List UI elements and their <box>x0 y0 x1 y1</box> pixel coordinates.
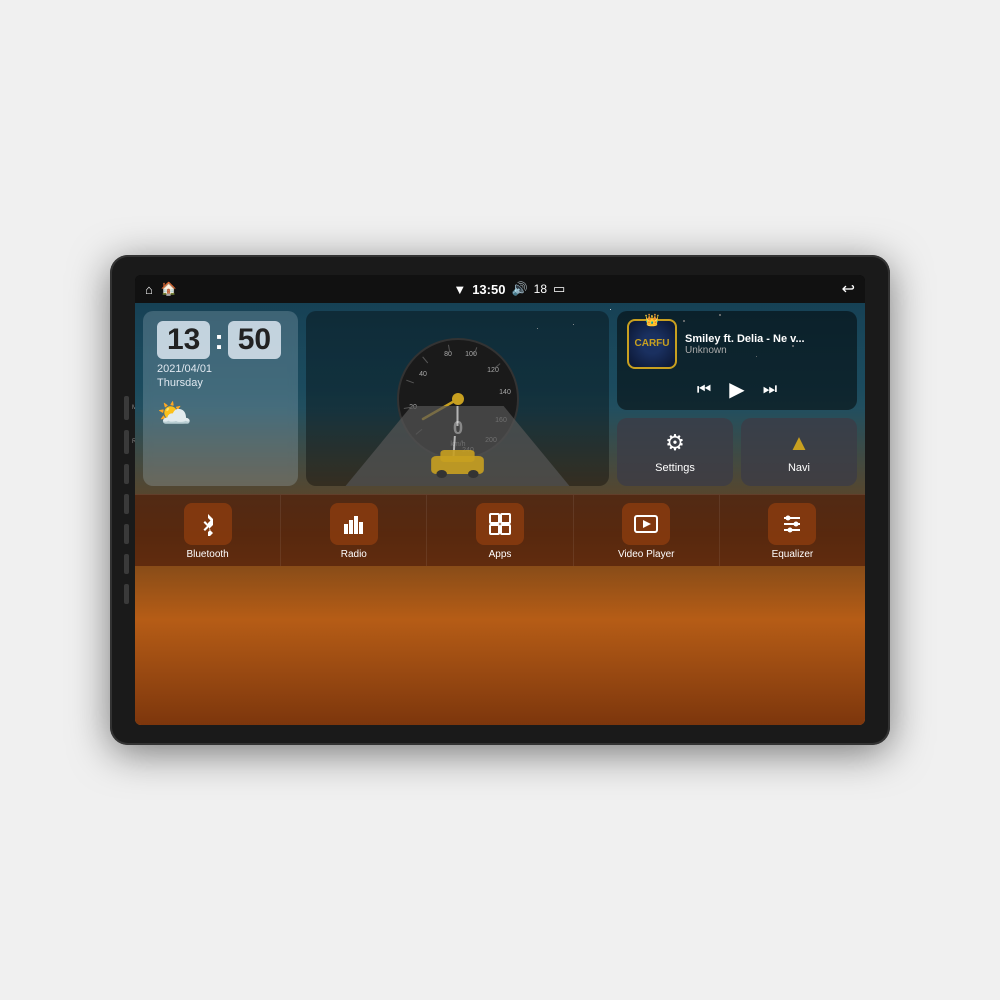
volume-level: 18 <box>534 282 547 296</box>
status-center: ▼ 13:50 🔊 18 ▭ <box>453 281 565 297</box>
side-buttons: MIC RST <box>124 255 129 745</box>
radio-dock-item[interactable]: Radio <box>281 495 427 566</box>
music-album-art: 👑 CARFU <box>627 319 677 369</box>
prev-track-button[interactable]: ⏮ <box>697 381 711 399</box>
power-button[interactable] <box>124 464 129 484</box>
svg-text:40: 40 <box>419 371 427 378</box>
music-info: Smiley ft. Delia - Ne v... Unknown <box>685 333 847 356</box>
clock-minutes: 50 <box>228 321 281 359</box>
main-content: 13 : 50 2021/04/01 Thursday ⛅ <box>135 303 865 725</box>
music-controls: ⏮ ▶ ⏭ <box>627 377 847 402</box>
vol-up-button[interactable] <box>124 554 129 574</box>
radio-icon <box>342 512 366 536</box>
clock-date: 2021/04/01 <box>157 363 284 375</box>
home-side-button[interactable] <box>124 494 129 514</box>
bluetooth-icon <box>196 512 220 536</box>
clock-hours: 13 <box>157 321 210 359</box>
apps-label: Apps <box>489 549 512 560</box>
music-title: Smiley ft. Delia - Ne v... <box>685 333 847 345</box>
settings-label: Settings <box>655 462 695 474</box>
music-artist: Unknown <box>685 345 847 356</box>
apps-icon <box>488 512 512 536</box>
speedometer-widget: 20 40 80 100 120 140 160 200 240 <box>306 311 609 486</box>
navi-label: Navi <box>788 462 810 474</box>
clock-display: 13 : 50 <box>157 321 284 359</box>
video-player-dock-item[interactable]: Video Player <box>574 495 720 566</box>
bottom-dock: Bluetooth Radio <box>135 494 865 566</box>
svg-text:80: 80 <box>444 351 452 358</box>
home-icon[interactable]: ⌂ <box>145 282 153 297</box>
svg-text:120: 120 <box>487 367 499 374</box>
car-head-unit: MIC RST ⌂ 🏠 ▼ 1 <box>110 255 890 745</box>
battery-icon: ▭ <box>553 281 565 297</box>
action-buttons: ⚙ Settings ▲ Navi <box>617 418 857 486</box>
clock-day: Thursday <box>157 377 284 389</box>
video-player-label: Video Player <box>618 549 675 560</box>
apps-dock-item[interactable]: Apps <box>427 495 573 566</box>
navi-button[interactable]: ▲ Navi <box>741 418 857 486</box>
bluetooth-dock-item[interactable]: Bluetooth <box>135 495 281 566</box>
vol-down-button[interactable] <box>124 584 129 604</box>
bluetooth-icon-wrap <box>184 503 232 545</box>
radio-label: Radio <box>341 549 367 560</box>
back-icon[interactable]: ↩ <box>842 279 855 299</box>
svg-text:140: 140 <box>499 389 511 396</box>
volume-icon: 🔊 <box>511 281 527 297</box>
equalizer-icon-wrap <box>768 503 816 545</box>
status-right: ↩ <box>842 279 855 299</box>
rst-button[interactable]: RST <box>124 430 129 454</box>
carfu-logo: CARFU <box>635 338 670 350</box>
equalizer-label: Equalizer <box>772 549 814 560</box>
status-time: 13:50 <box>472 282 505 297</box>
navi-icon: ▲ <box>788 430 810 456</box>
road-scene <box>306 406 609 486</box>
video-player-icon <box>634 512 658 536</box>
back-side-button[interactable] <box>124 524 129 544</box>
status-left: ⌂ 🏠 <box>145 281 177 297</box>
widgets-row: 13 : 50 2021/04/01 Thursday ⛅ <box>135 303 865 494</box>
music-widget: 👑 CARFU Smiley ft. Delia - Ne v... Unkno… <box>617 311 857 410</box>
clock-widget: 13 : 50 2021/04/01 Thursday ⛅ <box>143 311 298 486</box>
status-bar: ⌂ 🏠 ▼ 13:50 🔊 18 ▭ ↩ <box>135 275 865 303</box>
play-button[interactable]: ▶ <box>729 377 744 402</box>
screen: ⌂ 🏠 ▼ 13:50 🔊 18 ▭ ↩ <box>135 275 865 725</box>
radio-icon-wrap <box>330 503 378 545</box>
settings-button[interactable]: ⚙ Settings <box>617 418 733 486</box>
mic-button[interactable]: MIC <box>124 396 129 420</box>
weather-icon: ⛅ <box>157 397 284 430</box>
next-track-button[interactable]: ⏭ <box>763 381 777 399</box>
crown-icon: 👑 <box>645 313 660 327</box>
settings-icon: ⚙ <box>665 430 685 456</box>
bluetooth-label: Bluetooth <box>186 549 228 560</box>
video-player-icon-wrap <box>622 503 670 545</box>
music-top: 👑 CARFU Smiley ft. Delia - Ne v... Unkno… <box>627 319 847 369</box>
apps-icon-wrap <box>476 503 524 545</box>
equalizer-icon <box>780 512 804 536</box>
android-icon[interactable]: 🏠 <box>161 281 177 297</box>
wifi-icon: ▼ <box>453 282 466 297</box>
equalizer-dock-item[interactable]: Equalizer <box>720 495 865 566</box>
right-panel: 👑 CARFU Smiley ft. Delia - Ne v... Unkno… <box>617 311 857 486</box>
